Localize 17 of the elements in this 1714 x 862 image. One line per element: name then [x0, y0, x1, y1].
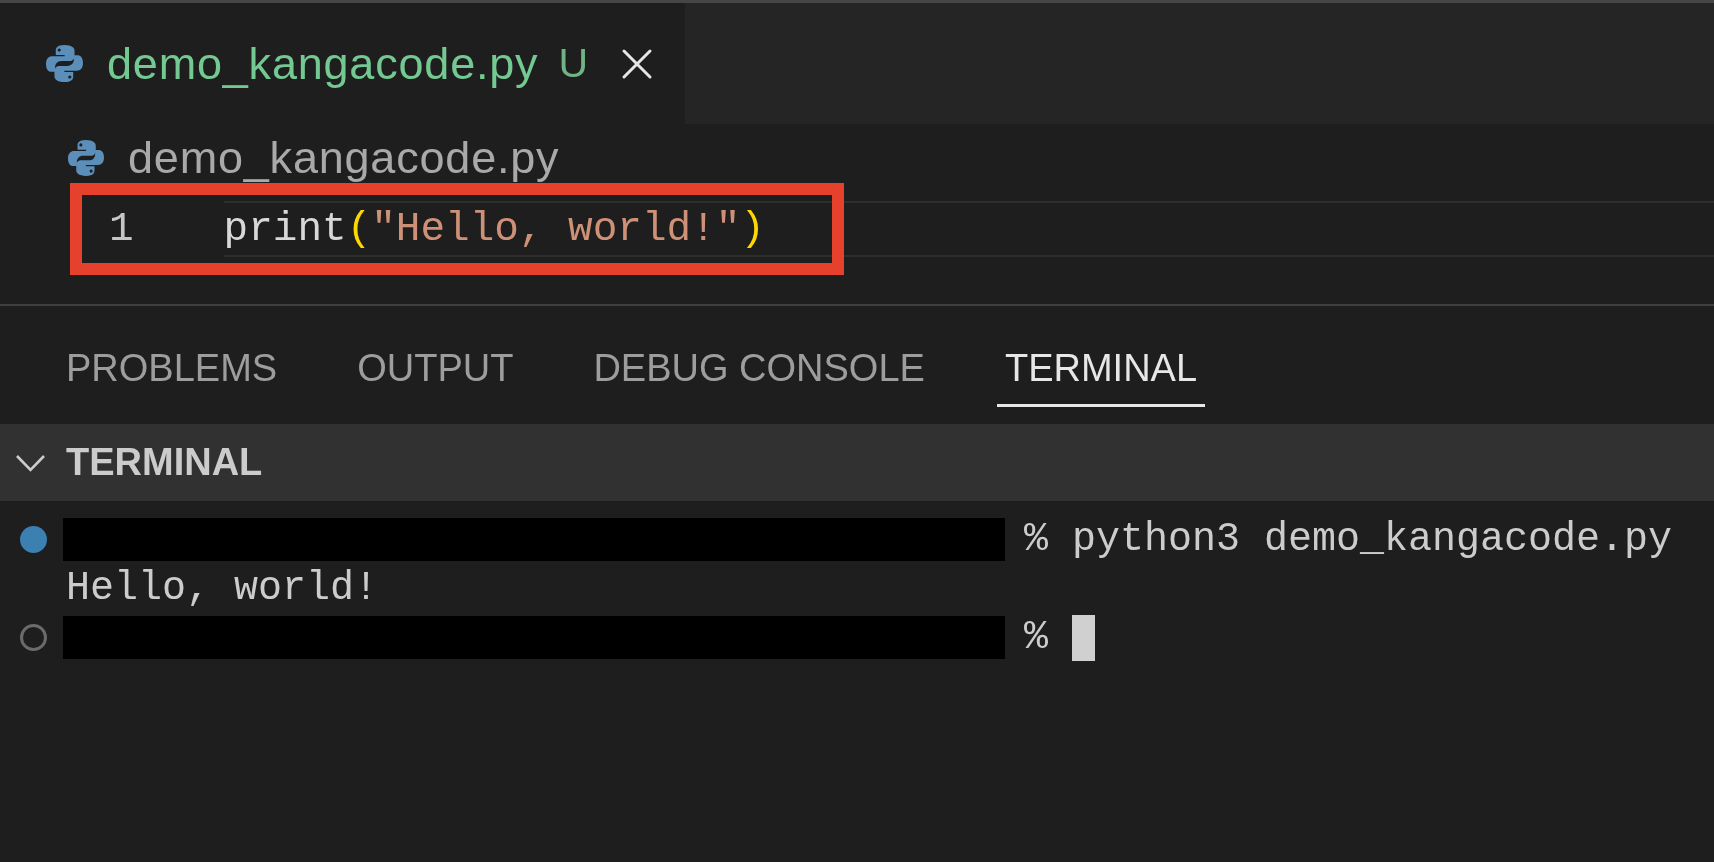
close-button[interactable]	[621, 47, 654, 80]
panel-tab[interactable]: OUTPUT	[349, 332, 522, 407]
terminal-output: Hello, world!	[66, 565, 379, 613]
line-number: 1	[109, 205, 134, 254]
python-icon	[68, 139, 104, 176]
terminal-command: %	[1024, 614, 1048, 662]
close-icon	[621, 47, 654, 80]
code-text: print("Hello, world!")	[223, 205, 765, 254]
untracked-status: U	[558, 40, 589, 87]
section-title: TERMINAL	[66, 441, 263, 484]
breadcrumb-item[interactable]: demo_kangacode.py	[68, 132, 560, 183]
panel-tab[interactable]: DEBUG CONSOLE	[585, 332, 933, 407]
editor-tab[interactable]: demo_kangacode.py U	[0, 3, 686, 124]
python-icon	[46, 45, 83, 82]
panel-tab[interactable]: PROBLEMS	[58, 332, 286, 407]
terminal-command: % python3 demo_kangacode.py	[1024, 516, 1673, 564]
panel-tab[interactable]: TERMINAL	[996, 332, 1206, 407]
